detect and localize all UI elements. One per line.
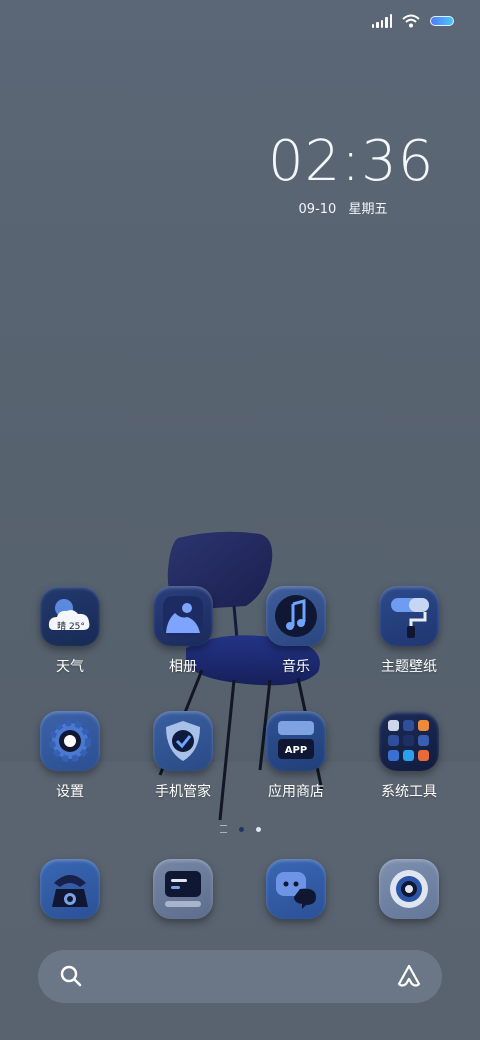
app-weather[interactable]: 晴 25° 天气 <box>20 586 120 676</box>
search-icon[interactable] <box>60 965 82 987</box>
camera-icon <box>379 859 439 919</box>
messages-icon <box>266 859 326 919</box>
dock-camera[interactable] <box>359 859 459 919</box>
date-text: 09-10 <box>298 202 337 217</box>
theme-wallpaper-icon <box>379 586 439 646</box>
cellular-signal-icon <box>371 14 392 28</box>
clock-date: 09-10 星期五 <box>268 198 418 217</box>
app-settings[interactable]: 设置 <box>20 711 120 801</box>
app-label: 系统工具 <box>381 784 437 800</box>
dock-messages[interactable] <box>246 859 346 919</box>
assistant-icon[interactable] <box>396 964 422 988</box>
page-indicator[interactable] <box>0 825 480 833</box>
wifi-icon <box>402 14 420 28</box>
weekday-text: 星期五 <box>348 202 388 217</box>
gallery-icon <box>153 586 213 646</box>
app-theme-wallpaper[interactable]: 主题壁纸 <box>359 586 459 676</box>
app-phone-manager[interactable]: 手机管家 <box>133 711 233 801</box>
app-label: 相册 <box>169 659 197 675</box>
app-store-badge: APP <box>284 745 308 756</box>
browser-icon <box>153 859 213 919</box>
app-system-tools[interactable]: 系统工具 <box>359 711 459 801</box>
system-tools-icon <box>379 711 439 771</box>
clock-time: 02:36 <box>268 129 435 194</box>
app-label: 设置 <box>56 784 84 800</box>
dock-browser[interactable] <box>133 859 233 919</box>
page-list-icon <box>219 825 227 833</box>
app-label: 主题壁纸 <box>381 659 437 675</box>
status-bar <box>371 10 454 32</box>
app-app-store[interactable]: APP 应用商店 <box>246 711 346 801</box>
app-label: 天气 <box>56 659 84 675</box>
page-dot <box>238 826 244 832</box>
settings-gear-icon <box>40 711 100 771</box>
dock-phone[interactable] <box>20 859 120 919</box>
battery-icon <box>430 16 454 26</box>
weather-icon: 晴 25° <box>40 586 100 646</box>
clock-widget[interactable]: 02:36 09-10 星期五 <box>268 129 435 218</box>
phone-manager-shield-icon <box>153 711 213 771</box>
phone-icon <box>40 859 100 919</box>
home-screen: 02:36 09-10 星期五 晴 25° 天气 相册 音乐 主题壁纸 设置 手… <box>0 0 480 1040</box>
app-label: 应用商店 <box>268 784 324 800</box>
page-dot-active <box>255 826 261 832</box>
app-gallery[interactable]: 相册 <box>133 586 233 676</box>
app-label: 手机管家 <box>155 784 211 800</box>
music-icon <box>266 586 326 646</box>
weather-badge: 晴 25° <box>57 622 85 632</box>
app-music[interactable]: 音乐 <box>246 586 346 676</box>
search-bar[interactable] <box>38 950 442 1003</box>
app-store-icon: APP <box>266 711 326 771</box>
app-label: 音乐 <box>282 659 310 675</box>
